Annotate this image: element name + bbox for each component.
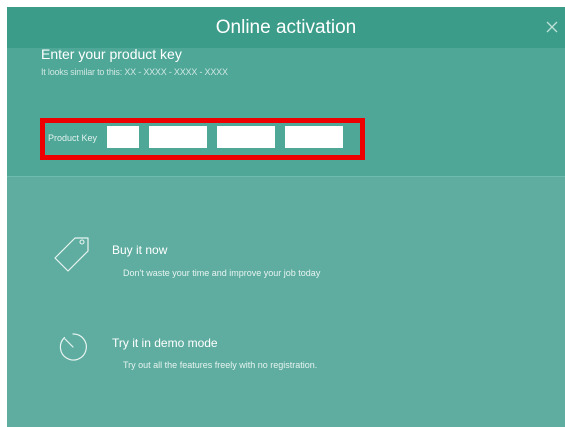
buy-it-now-description: Don't waste your time and improve your j… xyxy=(123,268,321,278)
product-key-field-4[interactable] xyxy=(285,126,343,148)
stopwatch-icon xyxy=(59,333,87,361)
buy-it-now-title: Buy it now xyxy=(112,243,168,257)
product-key-label: Product Key xyxy=(48,133,98,143)
product-key-heading: Enter your product key xyxy=(41,46,182,62)
title-bar: Online activation xyxy=(7,7,565,48)
demo-mode-option[interactable]: Try it in demo mode Try out all the feat… xyxy=(7,327,565,387)
window-title: Online activation xyxy=(215,17,357,38)
close-icon[interactable] xyxy=(544,19,560,35)
activation-window: Online activation Enter your product key… xyxy=(7,7,565,427)
demo-mode-description: Try out all the features freely with no … xyxy=(123,360,318,370)
product-key-field-3[interactable] xyxy=(217,126,275,148)
product-key-hint: It looks similar to this: XX - XXXX - XX… xyxy=(41,67,228,77)
product-key-field-1[interactable] xyxy=(107,126,139,148)
tag-icon xyxy=(54,237,89,272)
demo-mode-title: Try it in demo mode xyxy=(112,336,218,350)
buy-it-now-option[interactable]: Buy it now Don't waste your time and imp… xyxy=(7,233,565,293)
section-divider xyxy=(7,176,565,177)
product-key-field-2[interactable] xyxy=(149,126,207,148)
